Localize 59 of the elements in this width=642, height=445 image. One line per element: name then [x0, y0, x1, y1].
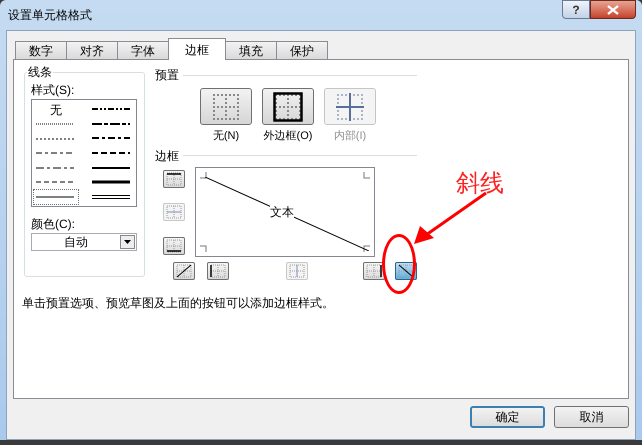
preset-icon [273, 92, 303, 122]
annotation-label: 斜线 [456, 170, 504, 199]
help-button[interactable]: ? [562, 0, 590, 19]
tab[interactable]: 数字 [15, 41, 67, 60]
section-title: 边框 [155, 148, 179, 164]
annotation-circle [382, 234, 416, 294]
line-sample-icon [36, 150, 74, 156]
preview-text: 文本 [270, 204, 294, 218]
close-button[interactable] [590, 0, 636, 19]
border-button[interactable] [363, 262, 385, 280]
line-sample-icon [92, 194, 130, 200]
line-style-list[interactable]: 无 [31, 99, 137, 207]
preset-label: 内部(I) [334, 128, 366, 144]
preset-button[interactable] [262, 88, 314, 125]
border-icon [165, 172, 183, 186]
line-sample-icon [92, 164, 130, 171]
line-sample-icon [92, 179, 130, 186]
line-style-option[interactable] [34, 190, 78, 204]
line-sample-icon [36, 164, 74, 171]
border-preview[interactable]: 文本 [195, 166, 375, 256]
hint-text: 单击预置选项、预览草图及上面的按钮可以添加边框样式。 [21, 294, 335, 312]
tab[interactable]: 对齐 [66, 41, 118, 60]
color-dropdown[interactable]: 自动 [31, 233, 137, 251]
line-sample-icon [92, 135, 130, 142]
tab[interactable]: 边框 [168, 38, 226, 60]
line-sample-icon [92, 150, 130, 156]
line-style-option[interactable]: 无 [34, 102, 78, 117]
border-button[interactable] [163, 236, 185, 254]
field-label: 样式(S): [31, 83, 76, 97]
dialog-button[interactable]: 确定 [470, 406, 545, 428]
line-sample-icon [36, 136, 74, 142]
border-icon [209, 264, 227, 278]
border-icon [365, 264, 383, 278]
border-icon [175, 264, 193, 278]
tab[interactable]: 字体 [117, 41, 169, 60]
border-icon [165, 204, 183, 218]
line-sample-icon [36, 194, 74, 200]
preset-icon [335, 92, 365, 122]
preset-label: 外边框(O) [264, 129, 312, 144]
window-title: 设置单元格格式 [7, 7, 92, 24]
field-label: 颜色(C): [31, 217, 76, 231]
tab[interactable]: 保护 [276, 41, 328, 60]
tab[interactable]: 填充 [225, 41, 277, 60]
close-icon [607, 4, 619, 14]
line-sample-icon [92, 106, 130, 112]
line-sample-icon [36, 179, 74, 186]
preset-icon [211, 92, 241, 122]
border-icon [288, 264, 306, 278]
line-sample-icon [36, 121, 74, 128]
border-icon [165, 238, 183, 252]
dialog-button[interactable]: 取消 [554, 406, 629, 428]
border-icon [397, 264, 415, 278]
border-button[interactable] [207, 262, 229, 280]
border-button[interactable] [173, 262, 195, 280]
border-button[interactable] [163, 170, 185, 188]
section-title: 预置 [155, 67, 179, 84]
group-title: 线条 [27, 65, 53, 79]
line-sample-icon [92, 120, 130, 127]
preset-label: 无(N) [212, 129, 240, 144]
